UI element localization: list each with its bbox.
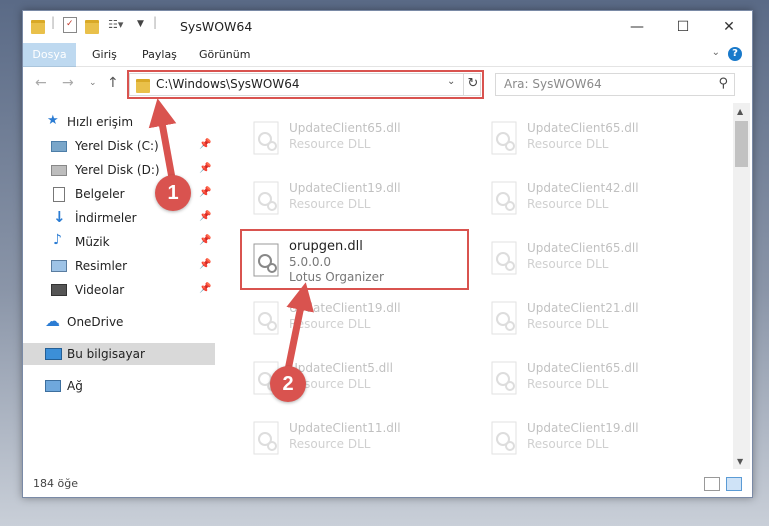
annotation-arrows	[148, 98, 314, 371]
step-2-badge: 2	[270, 366, 306, 402]
step-1-badge: 1	[155, 175, 191, 211]
step-1-arrow	[148, 98, 177, 179]
step-2-arrow	[284, 282, 314, 371]
